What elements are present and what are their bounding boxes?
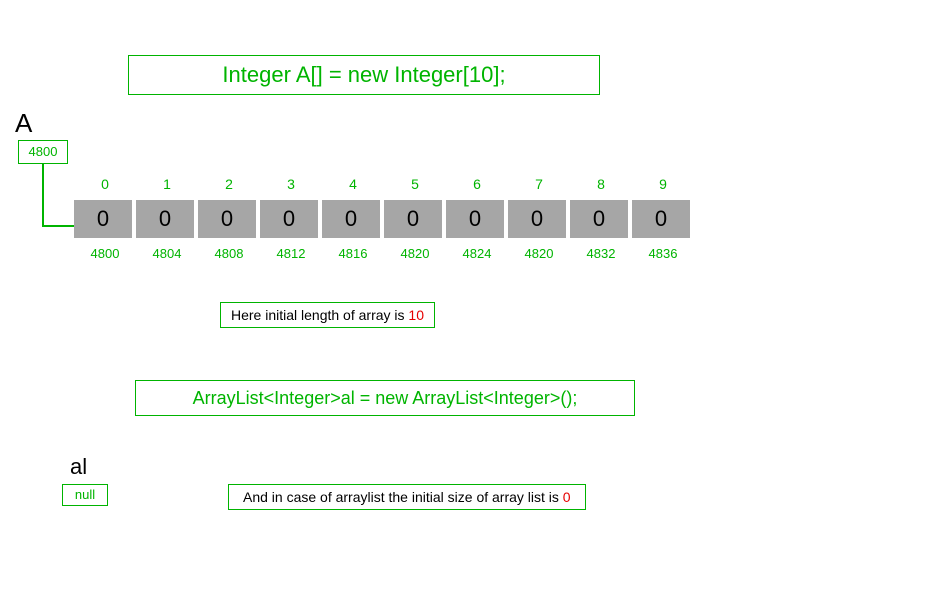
array-cell: 0 [74,200,132,238]
index-label: 7 [508,176,570,192]
array-cell: 0 [322,200,380,238]
index-label: 5 [384,176,446,192]
pointer-address-box: 4800 [18,140,68,164]
index-label: 9 [632,176,694,192]
index-label: 3 [260,176,322,192]
note-text: And in case of arraylist the initial siz… [243,489,563,505]
address-label: 4820 [508,246,570,261]
note-array-length: Here initial length of array is 10 [220,302,435,328]
index-label: 2 [198,176,260,192]
array-cell: 0 [260,200,318,238]
note-value: 0 [563,489,571,505]
address-label: 4824 [446,246,508,261]
pointer-connector-horizontal [42,225,74,227]
array-cell: 0 [508,200,566,238]
array-cells: 0 0 0 0 0 0 0 0 0 0 [74,200,694,238]
index-label: 8 [570,176,632,192]
var-label-al: al [70,454,87,480]
array-cell: 0 [136,200,194,238]
address-label: 4812 [260,246,322,261]
array-cell: 0 [198,200,256,238]
null-box: null [62,484,108,506]
address-label: 4800 [74,246,136,261]
address-label: 4820 [384,246,446,261]
note-text: Here initial length of array is [231,307,408,323]
note-value: 10 [408,307,424,323]
array-cell: 0 [446,200,504,238]
array-cell: 0 [632,200,690,238]
array-cell: 0 [570,200,628,238]
address-label: 4816 [322,246,384,261]
address-label: 4808 [198,246,260,261]
address-label: 4804 [136,246,198,261]
code-declaration-array: Integer A[] = new Integer[10]; [128,55,600,95]
address-row: 4800 4804 4808 4812 4816 4820 4824 4820 … [74,246,694,261]
note-arraylist-size: And in case of arraylist the initial siz… [228,484,586,510]
index-label: 1 [136,176,198,192]
address-label: 4836 [632,246,694,261]
index-label: 0 [74,176,136,192]
index-label: 4 [322,176,384,192]
address-label: 4832 [570,246,632,261]
pointer-connector-vertical [42,164,44,225]
array-cell: 0 [384,200,442,238]
var-label-A: A [15,108,32,139]
index-label: 6 [446,176,508,192]
code-declaration-arraylist: ArrayList<Integer>al = new ArrayList<Int… [135,380,635,416]
index-row: 0 1 2 3 4 5 6 7 8 9 [74,176,694,192]
